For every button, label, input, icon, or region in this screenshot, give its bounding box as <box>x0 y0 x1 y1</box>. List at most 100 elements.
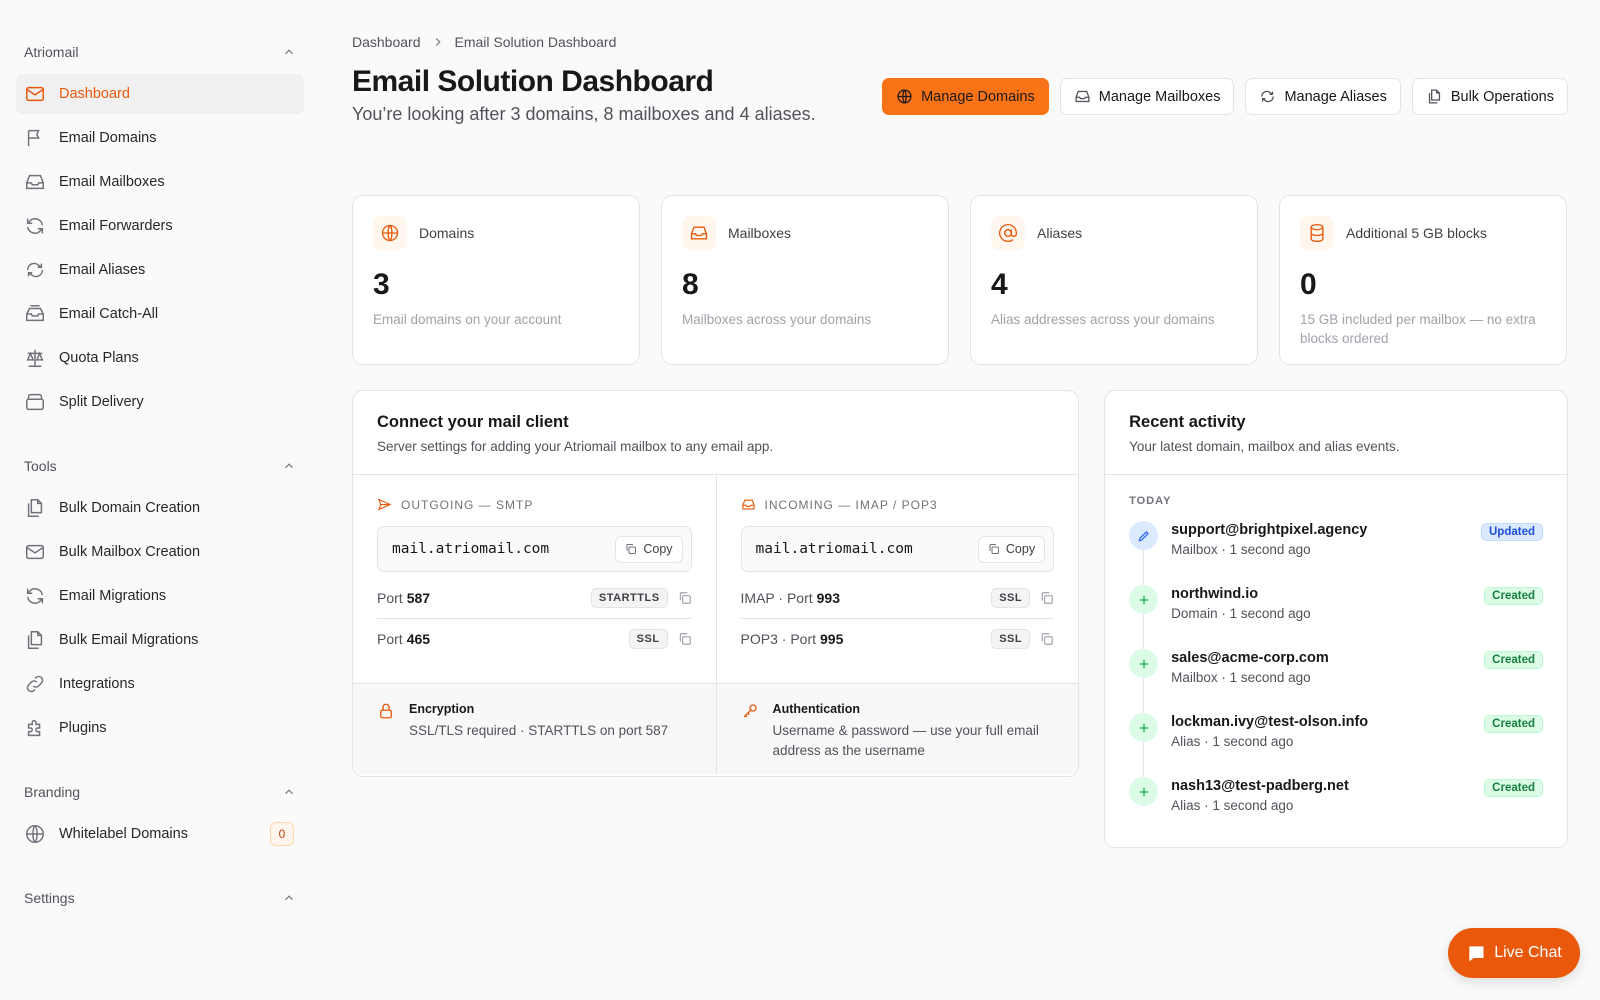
sidebar-item-email-catch-all[interactable]: Email Catch-All <box>16 294 304 334</box>
manage-mailboxes-button[interactable]: Manage Mailboxes <box>1059 78 1235 115</box>
stat-card-mailboxes: Mailboxes 8 Mailboxes across your domain… <box>661 195 949 365</box>
puzzle-icon <box>27 719 41 737</box>
activity-list: TODAY support@brightpixel.agency Mailbox… <box>1105 475 1567 827</box>
send-icon <box>377 498 392 511</box>
copy-icon <box>626 544 637 554</box>
live-chat-label: Live Chat <box>1494 944 1562 961</box>
manage-domains-button[interactable]: Manage Domains <box>882 78 1049 115</box>
authentication-note: Authentication Username & password — use… <box>715 684 1079 774</box>
sidebar-group-header[interactable]: Settings <box>16 876 304 920</box>
sidebar-group-tools: Tools Bulk Domain Creation Bulk Mailbox … <box>16 444 304 748</box>
stats-row: Domains 3 Email domains on your account … <box>352 195 1568 365</box>
sidebar-item-email-mailboxes[interactable]: Email Mailboxes <box>16 162 304 202</box>
activity-name: northwind.io <box>1171 586 1259 602</box>
sidebar-group-title: Settings <box>24 890 75 906</box>
archive-icon <box>26 393 44 411</box>
sidebar-item-label: Quota Plans <box>59 350 139 366</box>
copy-icon[interactable] <box>1040 632 1054 646</box>
port-prefix: Port <box>377 590 403 606</box>
stat-card-aliases: Aliases 4 Alias addresses across your do… <box>970 195 1258 365</box>
manage-aliases-button[interactable]: Manage Aliases <box>1245 78 1401 115</box>
copy-icon <box>989 544 999 554</box>
database-icon <box>1310 224 1324 243</box>
copy-icon[interactable] <box>1040 591 1054 605</box>
stat-label: Aliases <box>1037 225 1083 241</box>
server-settings: OUTGOING — SMTP mail.atriomail.com Copy … <box>353 475 1078 683</box>
smtp-host-field: mail.atriomail.com Copy <box>377 526 692 572</box>
sidebar-item-email-aliases[interactable]: Email Aliases <box>16 250 304 290</box>
live-chat-button[interactable]: Live Chat <box>1448 928 1580 978</box>
lock-icon <box>380 703 392 719</box>
copy-imap-host-button[interactable]: Copy <box>977 535 1046 563</box>
card-header: Connect your mail client Server settings… <box>353 391 1079 475</box>
sidebar-item-label: Plugins <box>59 720 107 736</box>
sidebar-item-bulk-mailbox-creation[interactable]: Bulk Mailbox Creation <box>16 532 304 572</box>
sidebar-item-whitelabel-domains[interactable]: Whitelabel Domains 0 <box>16 814 304 854</box>
activity-item[interactable]: nash13@test-padberg.net Alias · 1 second… <box>1129 777 1543 827</box>
plus-icon <box>1139 787 1148 796</box>
main-content: Dashboard Email Solution Dashboard Email… <box>352 30 1568 848</box>
stat-value: 3 <box>373 268 390 301</box>
breadcrumb: Dashboard Email Solution Dashboard <box>352 30 1568 54</box>
sidebar-group-header[interactable]: Branding <box>16 770 304 814</box>
globe-icon <box>26 825 44 843</box>
breadcrumb-root-link[interactable]: Dashboard <box>352 34 421 50</box>
sidebar-item-quota-plans[interactable]: Quota Plans <box>16 338 304 378</box>
button-label: Manage Domains <box>921 88 1035 105</box>
sidebar-item-bulk-email-migrations[interactable]: Bulk Email Migrations <box>16 620 304 660</box>
copy-smtp-host-button[interactable]: Copy <box>615 535 683 563</box>
sidebar-group-header[interactable]: Tools <box>16 444 304 488</box>
sidebar-group-title: Branding <box>24 784 81 800</box>
imap-host-field: mail.atriomail.com Copy <box>740 526 1055 572</box>
chat-bubble-icon <box>1469 946 1484 962</box>
security-notes: Encryption SSL/TLS required · STARTTLS o… <box>353 683 1079 774</box>
port-number: 587 <box>406 590 431 606</box>
outgoing-settings: OUTGOING — SMTP mail.atriomail.com Copy … <box>353 475 716 683</box>
activity-item[interactable]: support@brightpixel.agency Mailbox · 1 s… <box>1129 521 1543 571</box>
bulk-operations-button[interactable]: Bulk Operations <box>1411 78 1568 115</box>
activity-item[interactable]: sales@acme-corp.com Mailbox · 1 second a… <box>1129 649 1543 699</box>
recent-activity-card: Recent activity Your latest domain, mail… <box>1104 390 1568 848</box>
sidebar-item-plugins[interactable]: Plugins <box>16 708 304 748</box>
copy-icon[interactable] <box>678 591 692 605</box>
refresh-icon <box>26 588 44 604</box>
stat-card-domains: Domains 3 Email domains on your account <box>352 195 640 365</box>
sidebar-group-title: Atriomail <box>24 44 79 60</box>
plus-icon <box>1139 595 1148 604</box>
port-prefix: POP3 · Port <box>740 630 817 647</box>
mail-icon <box>26 544 44 560</box>
sidebar-item-dashboard[interactable]: Dashboard <box>16 74 304 114</box>
sidebar-group-header[interactable]: Atriomail <box>16 30 304 74</box>
chevron-up-icon <box>285 895 293 901</box>
flag-icon <box>27 129 40 147</box>
stat-description: 15 GB included per mailbox — no extra bl… <box>1300 312 1536 346</box>
sidebar-item-split-delivery[interactable]: Split Delivery <box>16 382 304 422</box>
sidebar-item-label: Bulk Email Migrations <box>59 632 199 648</box>
inbox-icon <box>26 174 44 190</box>
sidebar-item-label: Email Forwarders <box>59 218 173 234</box>
note-title: Authentication <box>772 702 861 716</box>
breadcrumb-current: Email Solution Dashboard <box>454 34 617 50</box>
sidebar-item-bulk-domain-creation[interactable]: Bulk Domain Creation <box>16 488 304 528</box>
encryption-note: Encryption SSL/TLS required · STARTTLS o… <box>353 684 716 774</box>
sidebar-item-label: Email Mailboxes <box>59 174 165 190</box>
sidebar-item-label: Bulk Domain Creation <box>59 500 201 516</box>
sidebar-item-email-domains[interactable]: Email Domains <box>16 118 304 158</box>
content-row: Connect your mail client Server settings… <box>352 390 1568 848</box>
sidebar-item-email-migrations[interactable]: Email Migrations <box>16 576 304 616</box>
sidebar-item-email-forwarders[interactable]: Email Forwarders <box>16 206 304 246</box>
stat-value: 8 <box>682 268 699 301</box>
button-label: Manage Mailboxes <box>1098 88 1221 105</box>
activity-item[interactable]: lockman.ivy@test-olson.info Alias · 1 se… <box>1129 713 1543 763</box>
copy-icon[interactable] <box>678 632 692 646</box>
stat-value: 4 <box>991 268 1008 301</box>
plus-icon <box>1139 723 1148 732</box>
port-row: Port 465 SSL <box>377 618 692 658</box>
port-row: Port 587 STARTTLS <box>377 578 692 618</box>
activity-item[interactable]: northwind.io Domain · 1 second ago Creat… <box>1129 585 1543 635</box>
stat-card-storage-blocks: Additional 5 GB blocks 0 15 GB included … <box>1279 195 1567 365</box>
refresh-icon <box>26 218 44 234</box>
sidebar-item-integrations[interactable]: Integrations <box>16 664 304 704</box>
stat-description: Email domains on your account <box>373 312 562 327</box>
security-badge: SSL <box>991 628 1031 649</box>
